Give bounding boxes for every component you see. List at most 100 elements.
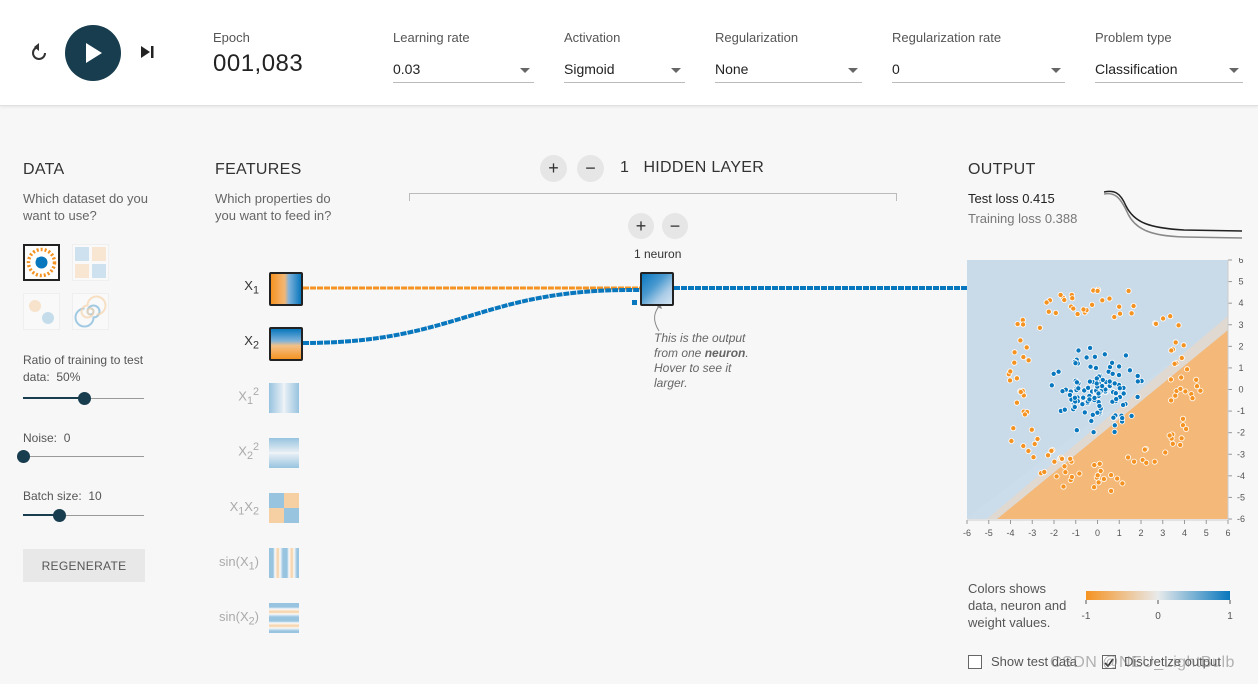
data-point <box>1071 403 1078 410</box>
data-point <box>1094 287 1101 294</box>
data-point <box>1061 297 1068 304</box>
hidden-neuron[interactable] <box>640 272 674 306</box>
y-tick-label: -4 <box>1237 471 1245 481</box>
data-point <box>1079 401 1086 408</box>
watermark: CSDN @NEU_LightBulb <box>1050 654 1235 671</box>
data-point <box>1177 441 1184 448</box>
data-point <box>1141 446 1148 453</box>
data-point <box>1109 370 1116 377</box>
y-tick-label: 0 <box>1238 385 1243 395</box>
data-point <box>1111 422 1118 429</box>
data-point <box>1085 384 1092 391</box>
data-point <box>1178 374 1185 381</box>
callout-bold: neuron <box>704 346 746 360</box>
data-point <box>1134 372 1141 379</box>
data-point <box>1036 324 1043 331</box>
x-tick-label: -4 <box>1006 528 1014 538</box>
data-point <box>1068 473 1075 480</box>
training-loss: Training loss 0.388 <box>968 211 1077 226</box>
data-point <box>1111 380 1118 387</box>
x-tick-label: -2 <box>1050 528 1058 538</box>
data-point <box>1020 354 1027 361</box>
data-point <box>1095 390 1102 397</box>
legend-tick-max: 1 <box>1227 611 1233 622</box>
y-tick-label: -5 <box>1237 492 1245 502</box>
data-point <box>1193 383 1200 390</box>
data-point <box>1073 379 1080 386</box>
y-tick-label: 1 <box>1238 363 1243 373</box>
data-point <box>1076 470 1083 477</box>
data-point <box>1093 380 1100 387</box>
data-point <box>1091 353 1098 360</box>
data-point <box>1053 473 1060 480</box>
data-point <box>1020 442 1027 449</box>
data-point <box>1071 394 1078 401</box>
data-point <box>1086 396 1093 403</box>
data-point <box>1172 339 1179 346</box>
data-point <box>1178 435 1185 442</box>
show-test-data-checkbox[interactable] <box>968 655 982 669</box>
training-loss-value: 0.388 <box>1044 211 1078 226</box>
data-point <box>1189 395 1196 402</box>
data-point <box>1175 322 1182 329</box>
data-point <box>1152 320 1159 327</box>
data-point <box>1126 367 1133 374</box>
data-point <box>1115 372 1122 379</box>
data-point <box>1010 425 1017 432</box>
data-point <box>1073 427 1080 434</box>
data-point <box>1182 388 1189 395</box>
data-point <box>1075 347 1082 354</box>
data-point <box>1143 459 1150 466</box>
data-point <box>1020 321 1027 328</box>
neuron-callout: This is the output from one neuron. Hove… <box>654 331 764 391</box>
x-tick-label: 6 <box>1225 528 1230 538</box>
data-point <box>1116 310 1123 317</box>
y-tick-label: 6 <box>1238 258 1243 265</box>
data-point <box>1178 355 1185 362</box>
data-point <box>1180 342 1187 349</box>
data-point <box>1171 360 1178 367</box>
y-tick-label: 5 <box>1238 277 1243 287</box>
data-point <box>1051 458 1058 465</box>
data-point <box>1197 387 1204 394</box>
data-point <box>1106 295 1113 302</box>
data-point <box>1099 297 1106 304</box>
data-point <box>1116 363 1123 370</box>
data-point <box>1088 417 1095 424</box>
test-loss: Test loss 0.415 <box>968 191 1055 206</box>
data-point <box>1080 306 1087 313</box>
data-point <box>1069 295 1076 302</box>
data-point <box>1011 349 1018 356</box>
data-point <box>1130 303 1137 310</box>
x-tick-label: 1 <box>1117 528 1122 538</box>
data-point <box>1059 388 1066 395</box>
y-tick-label: -2 <box>1237 428 1245 438</box>
data-point <box>1028 426 1035 433</box>
data-point <box>1083 354 1090 361</box>
data-point <box>1093 365 1100 372</box>
data-point <box>1096 460 1103 467</box>
data-point <box>1120 401 1127 408</box>
link-x2-neuron[interactable] <box>302 287 641 345</box>
test-loss-curve <box>1104 190 1243 232</box>
color-legend-text: Colors shows data, neuron and weight val… <box>968 581 1067 630</box>
y-tick-label: -1 <box>1237 406 1245 416</box>
neuron-bias[interactable] <box>632 300 637 305</box>
x-axis-ticks: -6 -5 -4 -3 -2 -1 0 1 2 3 4 5 6 <box>963 520 1231 538</box>
data-point <box>1025 357 1032 364</box>
data-point <box>1106 378 1113 385</box>
data-point <box>1184 366 1191 373</box>
data-point <box>1091 484 1098 491</box>
data-point <box>1043 299 1050 306</box>
data-point <box>1025 447 1032 454</box>
data-point <box>1193 376 1200 383</box>
data-point <box>1108 487 1115 494</box>
data-point <box>1045 452 1052 459</box>
data-point <box>1061 406 1068 413</box>
data-point <box>1089 411 1096 418</box>
data-point <box>1057 291 1064 298</box>
output-heatmap: 6543210-1-2-3-4-5-6 <box>967 258 1245 524</box>
data-point <box>1125 454 1132 461</box>
data-point <box>1177 385 1184 392</box>
data-point <box>1034 435 1041 442</box>
